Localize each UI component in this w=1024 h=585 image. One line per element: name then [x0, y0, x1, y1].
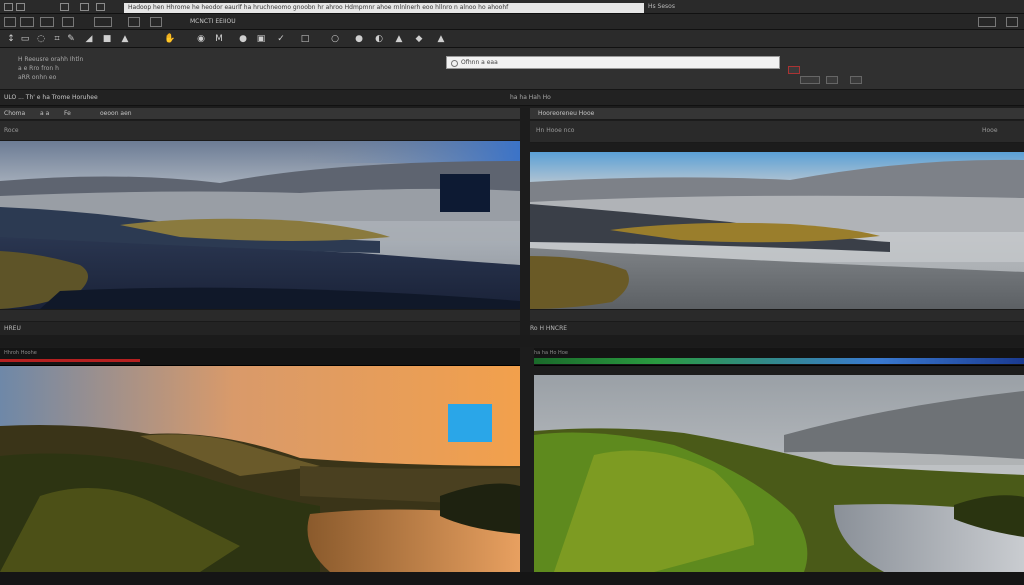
top-right-tab-label[interactable]: Hooe	[982, 127, 998, 134]
square-tool-icon[interactable]: ▣	[256, 34, 266, 44]
top-left-footer	[0, 309, 520, 321]
gradient-tool-icon[interactable]: ▲	[436, 34, 446, 44]
close-icon[interactable]	[1006, 17, 1018, 27]
chevron-tool-icon[interactable]: ✓	[276, 34, 286, 44]
selection-box-dark[interactable]	[440, 174, 490, 212]
bottom-left-viewport[interactable]	[0, 366, 520, 572]
grid-icon[interactable]	[40, 17, 54, 27]
bottom-right-toolbar: Ro H HNCRE	[530, 321, 1024, 335]
image-icon[interactable]	[94, 17, 112, 27]
view-icon[interactable]	[150, 17, 162, 27]
eyedropper-tool-icon[interactable]: ✎	[66, 34, 76, 44]
toolbar: ↕ ▭ ◌ ⌗ ✎ ◢ ■ ▲ ✋ ◉ M ● ▣ ✓ □ ○ ● ◐ ▲ ◆ …	[0, 30, 1024, 48]
top-right-viewport[interactable]	[530, 152, 1024, 309]
title-bar: Hadoop hen Hhrome he heodor eaurlf ha hr…	[0, 0, 1024, 14]
marquee-tool-icon[interactable]: ▭	[20, 34, 30, 44]
crop-tool-icon[interactable]: ⌗	[52, 34, 62, 44]
record-tool-icon[interactable]: ●	[238, 34, 248, 44]
paint-tool-icon[interactable]: ◆	[414, 34, 424, 44]
forward-icon[interactable]	[80, 3, 89, 11]
options-button-b[interactable]	[826, 76, 838, 84]
hand-tool-icon[interactable]: ✋	[164, 34, 175, 44]
bottom-left-landscape	[0, 366, 520, 572]
top-right-landscape	[530, 152, 1024, 309]
top-left-header-d[interactable]: oeoon aen	[100, 110, 132, 117]
bottom-left-footer-label: HREU	[4, 325, 21, 332]
options-line-3: aRR onhn eo	[18, 74, 57, 81]
path-strip: ULO ... Th' e ha Trome Horuhee ha ha Hah…	[0, 90, 1024, 106]
search-input[interactable]: Ofhnn a eaa	[446, 56, 780, 69]
top-left-panel-header: Choma a a Fe oeoon aen	[0, 108, 520, 120]
edit-icon[interactable]	[128, 17, 140, 27]
top-right-sub-label: Hn Hooe nco	[536, 127, 575, 134]
options-line-2: a e Rro fron h	[18, 65, 59, 72]
mountain-tool-icon[interactable]: ▲	[394, 34, 404, 44]
bottom-right-header-label: ha ha Ho Hoe	[534, 350, 568, 356]
top-right-footer	[530, 309, 1024, 321]
bottom-right-landscape	[534, 375, 1024, 572]
color-gradient-bar	[534, 358, 1024, 364]
bottom-right-header: ha ha Ho Hoe	[534, 348, 1024, 366]
strip-right-label: ha ha Hah Ho	[510, 94, 551, 101]
bottom-left-toolbar: HREU	[0, 321, 520, 335]
selection-box-blue[interactable]	[448, 404, 492, 442]
app-icon[interactable]	[4, 3, 13, 11]
bottom-left-header: Hhroh Hoohe	[0, 348, 520, 366]
menu-bar: MCNCTI EEIIOU	[0, 14, 1024, 30]
options-panel: H Reeusre orahh Ihtln a e Rro fron h aRR…	[0, 48, 1024, 90]
rect-tool-icon[interactable]: □	[300, 34, 310, 44]
bottom-frame	[0, 572, 1024, 585]
bottom-right-viewport[interactable]	[534, 375, 1024, 572]
top-left-viewport[interactable]	[0, 141, 520, 309]
bottom-strip	[0, 335, 1024, 347]
title-right-text: Hs Sesos	[648, 3, 675, 10]
window-icon[interactable]	[16, 3, 25, 11]
dot-tool-icon[interactable]: ●	[354, 34, 364, 44]
red-marker-icon[interactable]	[788, 66, 800, 74]
top-left-header-a[interactable]: Choma	[4, 110, 25, 117]
top-left-header-c[interactable]: Fe	[64, 110, 71, 117]
home-icon[interactable]	[4, 17, 16, 27]
back-icon[interactable]	[60, 3, 69, 11]
red-progress-bar	[0, 359, 140, 362]
refresh-icon[interactable]	[96, 3, 105, 11]
triangle-tool-icon[interactable]: ▲	[120, 34, 130, 44]
zoom-tool-icon[interactable]: ◉	[196, 34, 206, 44]
bottom-right-footer-label: Ro H HNCRE	[530, 325, 568, 332]
shape-tool-icon[interactable]: ◐	[374, 34, 384, 44]
top-left-header-b[interactable]: a a	[40, 110, 49, 117]
address-field[interactable]: Hadoop hen Hhrome he heodor eaurlf ha hr…	[124, 3, 644, 13]
top-right-header-label[interactable]: Hooreoreneu Hooe	[538, 110, 594, 117]
folder-icon[interactable]	[62, 17, 74, 27]
stamp-tool-icon[interactable]: ■	[102, 34, 112, 44]
text-tool-icon[interactable]: M	[214, 34, 224, 44]
menu-title: MCNCTI EEIIOU	[190, 18, 236, 25]
strip-left-label: ULO ... Th' e ha Trome Horuhee	[4, 94, 98, 101]
options-line-1: H Reeusre orahh Ihtln	[18, 56, 84, 63]
lasso-tool-icon[interactable]: ◌	[36, 34, 46, 44]
move-tool-icon[interactable]: ↕	[6, 34, 16, 44]
top-left-landscape	[0, 141, 520, 309]
brush-tool-icon[interactable]: ◢	[84, 34, 94, 44]
top-left-sub-label: Roce	[4, 127, 19, 134]
top-right-panel-header: Hooreoreneu Hooe	[530, 108, 1024, 120]
bottom-left-header-label: Hhroh Hoohe	[4, 350, 37, 356]
top-right-subbar: Hn Hooe nco Hooe	[530, 121, 1024, 143]
options-button-a[interactable]	[800, 76, 820, 84]
panel-icon[interactable]	[978, 17, 996, 27]
circle-tool-icon[interactable]: ○	[330, 34, 340, 44]
top-left-subbar: Roce	[0, 121, 520, 141]
options-button-c[interactable]	[850, 76, 862, 84]
layers-icon[interactable]	[20, 17, 34, 27]
